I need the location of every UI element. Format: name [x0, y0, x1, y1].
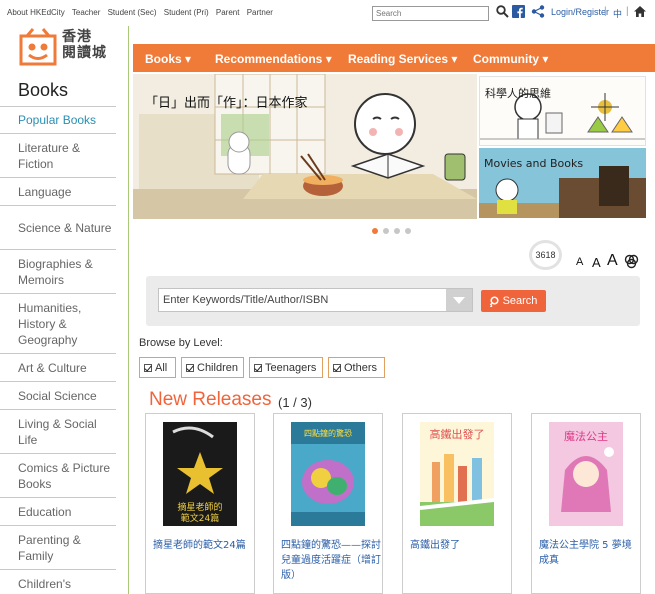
level-teenagers-checkbox[interactable]: Teenagers: [249, 357, 323, 378]
new-releases-page-indicator: (1 / 3): [278, 395, 312, 410]
chevron-down-icon: [453, 297, 465, 304]
sidebar-item-living-social-life[interactable]: Living & Social Life: [0, 410, 116, 454]
book-cover[interactable]: 摘星老師的 範文24篇: [163, 422, 237, 526]
nav-books[interactable]: Books ▾: [145, 52, 191, 66]
level-all-checkbox[interactable]: All: [139, 357, 176, 378]
home-icon[interactable]: [633, 5, 647, 23]
font-size-medium[interactable]: A: [592, 255, 601, 270]
content-divider: [128, 26, 129, 594]
sidebar-item-language[interactable]: Language: [0, 178, 116, 206]
side-banner-science[interactable]: 科學人的思維: [479, 76, 646, 146]
nav-recommendations[interactable]: Recommendations ▾: [215, 52, 332, 66]
carousel-dots: [372, 228, 411, 234]
top-bar: About HKEdCity Teacher Student (Sec) Stu…: [0, 0, 655, 26]
side-banner-movies[interactable]: Movies and Books: [479, 148, 646, 218]
svg-text:魔法公主: 魔法公主: [564, 429, 608, 443]
logo-icon: [19, 28, 57, 66]
book-card[interactable]: 魔法公主 魔法公主學院 5 夢境成真: [531, 413, 641, 594]
top-search-input[interactable]: [372, 6, 489, 21]
sidebar-item-popular-books[interactable]: Popular Books: [0, 107, 116, 134]
keyword-search-input[interactable]: Enter Keywords/Title/Author/ISBN: [158, 288, 473, 312]
level-others-checkbox[interactable]: Others: [328, 357, 385, 378]
svg-text:四點鐘的驚恐: 四點鐘的驚恐: [304, 428, 352, 438]
sidebar-item-science-nature[interactable]: Science & Nature: [0, 206, 116, 250]
book-card[interactable]: 四點鐘的驚恐 四點鐘的驚恐——探討兒童過度活躍症（增訂版）: [273, 413, 383, 594]
carousel-dot-3[interactable]: [394, 228, 400, 234]
sidebar-item-literature-fiction[interactable]: Literature & Fiction: [0, 134, 116, 178]
book-title[interactable]: 魔法公主學院 5 夢境成真: [539, 538, 639, 568]
level-children-checkbox[interactable]: Children: [181, 357, 244, 378]
sidebar-item-parenting-family[interactable]: Parenting & Family: [0, 526, 116, 570]
logo-text: 香港 閱讀城: [62, 29, 107, 61]
sidebar-item-art-culture[interactable]: Art & Culture: [0, 354, 116, 382]
main-banner[interactable]: 「日」出而「作」：日本作家: [133, 74, 477, 219]
svg-text:摘星老師的: 摘星老師的: [177, 501, 222, 513]
facebook-icon[interactable]: [512, 5, 525, 23]
book-card[interactable]: 摘星老師的 範文24篇 摘星老師的範文24篇: [145, 413, 255, 594]
book-title[interactable]: 高鐵出發了: [410, 538, 510, 553]
top-link-student-sec[interactable]: Student (Sec): [108, 8, 157, 17]
top-links: About HKEdCity Teacher Student (Sec) Stu…: [7, 8, 278, 17]
top-link-parent[interactable]: Parent: [216, 8, 240, 17]
sidebar-item-comics-picture-books[interactable]: Comics & Picture Books: [0, 454, 116, 498]
font-size-large[interactable]: A: [607, 252, 618, 270]
browse-by-level-label: Browse by Level:: [139, 337, 223, 349]
new-releases-title: New Releases: [149, 389, 272, 410]
search-icon: [489, 295, 499, 307]
font-size-small[interactable]: A: [576, 256, 583, 268]
main-nav: Books ▾ Recommendations ▾ Reading Servic…: [133, 44, 655, 72]
side-banner-movies-title: Movies and Books: [484, 157, 584, 170]
top-link-about[interactable]: About HKEdCity: [7, 8, 65, 17]
keyword-dropdown[interactable]: [446, 289, 472, 311]
top-link-student-pri[interactable]: Student (Pri): [164, 8, 209, 17]
carousel-dot-1[interactable]: [372, 228, 378, 234]
sidebar-item-childrens[interactable]: Children's: [0, 570, 116, 594]
search-panel: Enter Keywords/Title/Author/ISBN Search: [146, 276, 640, 326]
svg-text:範文24篇: 範文24篇: [181, 512, 219, 524]
carousel-dot-4[interactable]: [405, 228, 411, 234]
carousel-dot-2[interactable]: [383, 228, 389, 234]
login-register-link[interactable]: Login/Register: [551, 7, 609, 17]
sidebar-title: Books: [18, 80, 69, 100]
top-link-teacher[interactable]: Teacher: [72, 8, 100, 17]
book-cover[interactable]: 高鐵出發了: [419, 422, 495, 526]
contrast-icon[interactable]: [624, 254, 639, 274]
book-cover[interactable]: 四點鐘的驚恐: [291, 422, 365, 526]
book-title[interactable]: 四點鐘的驚恐——探討兒童過度活躍症（增訂版）: [281, 538, 381, 583]
nav-community[interactable]: Community ▾: [473, 52, 548, 66]
share-icon[interactable]: [531, 5, 545, 23]
book-card[interactable]: 高鐵出發了 高鐵出發了: [402, 413, 512, 594]
sidebar-item-biographies-memoirs[interactable]: Biographies & Memoirs: [0, 250, 116, 294]
svg-text:高鐵出發了: 高鐵出發了: [430, 427, 485, 441]
sidebar-item-education[interactable]: Education: [0, 498, 116, 526]
nav-reading-services[interactable]: Reading Services ▾: [348, 52, 457, 66]
search-button[interactable]: Search: [481, 290, 546, 312]
site-logo[interactable]: 香港 閱讀城: [19, 28, 111, 68]
sidebar-item-humanities[interactable]: Humanities, History & Geography: [0, 294, 116, 354]
visitor-counter: 3618: [529, 240, 562, 270]
book-cover[interactable]: 魔法公主: [549, 422, 623, 526]
banner-title: 「日」出而「作」：日本作家: [145, 96, 308, 111]
book-title[interactable]: 摘星老師的範文24篇: [153, 538, 253, 553]
side-banner-science-title: 科學人的思維: [485, 87, 551, 100]
top-link-partner[interactable]: Partner: [247, 8, 273, 17]
sidebar-item-social-science[interactable]: Social Science: [0, 382, 116, 410]
search-icon[interactable]: [496, 5, 509, 23]
language-switch[interactable]: 中: [613, 7, 622, 20]
